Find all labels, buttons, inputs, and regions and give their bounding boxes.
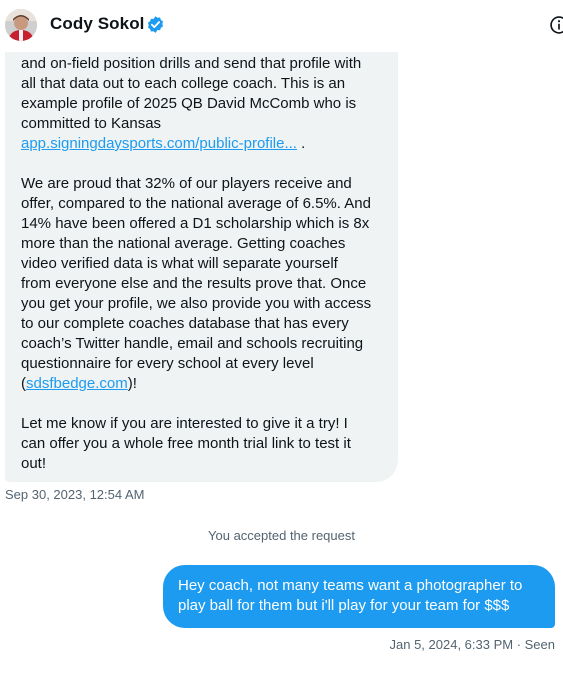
message-line: play ball for them but i'll play for you… (178, 597, 510, 614)
verified-badge-icon (147, 16, 164, 33)
message-line: you get your profile, we also provide yo… (21, 295, 372, 312)
profile-link[interactable]: app.signingdaysports.com/public-profile.… (21, 135, 297, 152)
message-line: committed to Kansas (21, 115, 162, 132)
message-paragraph-2: We are proud that 32% of our players rec… (21, 174, 384, 394)
message-line: 14% have been offered a D1 scholarship w… (21, 215, 370, 232)
link-suffix: . (296, 135, 306, 152)
incoming-message-bubble[interactable]: and on-field position drills and send th… (5, 38, 398, 482)
outgoing-message-bubble[interactable]: Hey coach, not many teams want a photogr… (163, 565, 555, 628)
dm-thread: and on-field position drills and send th… (0, 0, 563, 673)
message-line: Hey coach, not many teams want a photogr… (178, 577, 523, 594)
message-line: example profile of 2025 QB David McComb … (21, 95, 357, 112)
outgoing-timestamp-seen: Jan 5, 2024, 6:33 PM · Seen (389, 637, 556, 652)
message-line: questionnaire for every school at every … (21, 355, 314, 372)
conversation-header: Cody Sokol (0, 0, 563, 52)
message-paragraph-1: and on-field position drills and send th… (21, 54, 384, 154)
message-line: out! (21, 455, 47, 472)
message-line: from everyone else and the results prove… (21, 275, 367, 292)
message-line: more than the national average. Getting … (21, 235, 346, 252)
avatar[interactable] (5, 9, 37, 41)
message-line: app.signingdaysports.com/public-profile.… (21, 134, 384, 154)
message-line: Let me know if you are interested to giv… (21, 415, 348, 432)
incoming-timestamp: Sep 30, 2023, 12:54 AM (5, 487, 145, 502)
message-line: video verified data is what will separat… (21, 255, 338, 272)
message-line: to our complete coaches database that ha… (21, 315, 349, 332)
message-line: coach’s Twitter handle, email and school… (21, 335, 364, 352)
message-line: offer, compared to the national average … (21, 195, 371, 212)
message-line: and on-field position drills and send th… (21, 55, 362, 72)
user-avatar-icon (5, 9, 37, 41)
message-line: We are proud that 32% of our players rec… (21, 175, 352, 192)
message-paragraph-3: Let me know if you are interested to giv… (21, 414, 384, 474)
website-link[interactable]: sdsfbedge.com (26, 375, 128, 392)
paren-close: )! (127, 375, 137, 392)
message-line: can offer you a whole free month trial l… (21, 435, 351, 452)
request-accepted-notice: You accepted the request (208, 528, 355, 543)
message-line: (sdsfbedge.com)! (21, 374, 384, 394)
contact-name[interactable]: Cody Sokol (50, 14, 145, 34)
message-line: all that data out to each college coach.… (21, 75, 346, 92)
info-icon[interactable] (549, 15, 563, 35)
